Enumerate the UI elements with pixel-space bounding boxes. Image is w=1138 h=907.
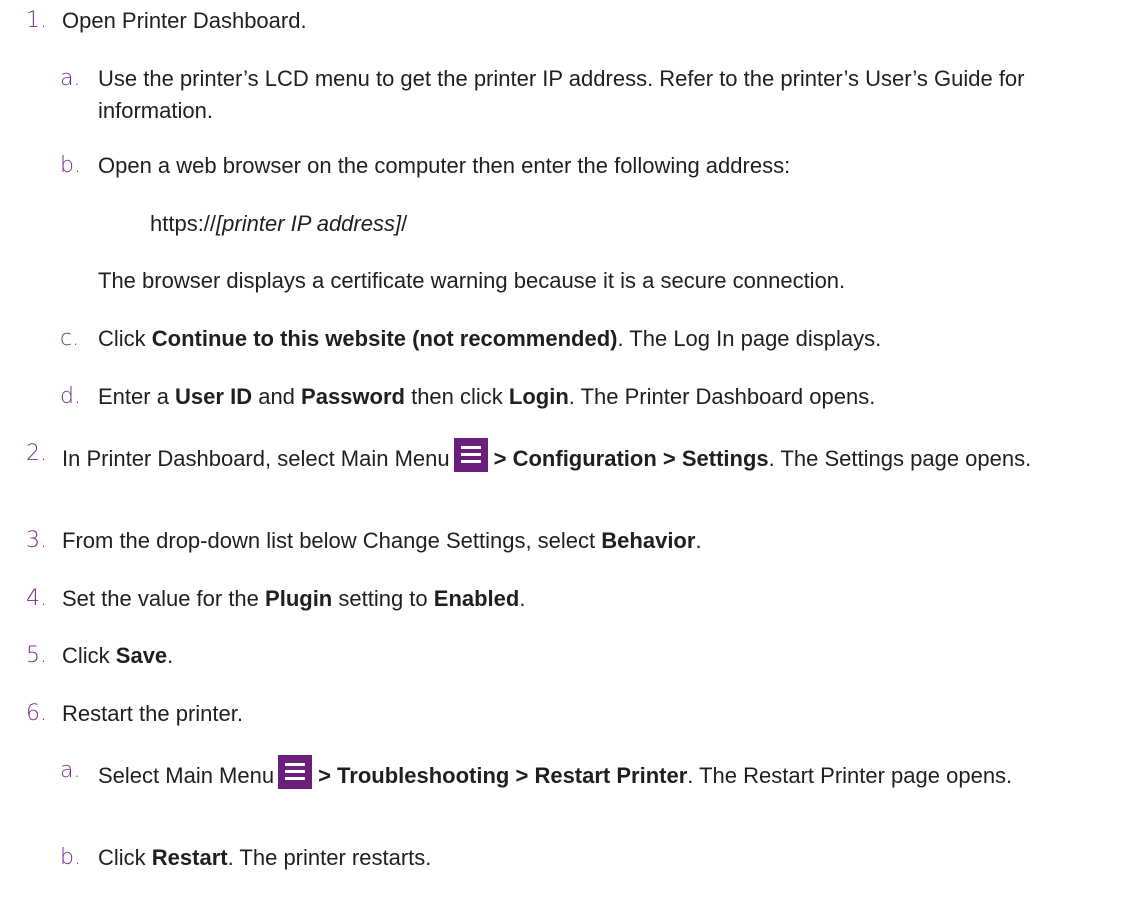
step-text: From the drop-down list below Change Set…: [62, 528, 702, 553]
menu-icon: [278, 755, 313, 789]
substep-letter: c.: [60, 326, 80, 351]
step-number: 2.: [26, 441, 47, 466]
address-text: https://[printer IP address]/: [150, 211, 408, 236]
step-number: 5.: [26, 643, 47, 668]
step-number: 3.: [26, 528, 47, 553]
step-number: 4.: [26, 586, 47, 611]
step-text: Set the value for the Plugin setting to …: [62, 586, 526, 611]
step-text: Open a web browser on the computer then …: [98, 153, 791, 178]
substep-letter: b.: [60, 153, 81, 178]
menu-icon: [453, 438, 488, 472]
step-text: Use the printer’s LCD menu to get the pr…: [98, 66, 1025, 123]
step-text: Click Save.: [62, 643, 174, 668]
step-text: Restart the printer.: [62, 701, 243, 726]
step-number: 6.: [26, 701, 47, 726]
note-text: The browser displays a certificate warni…: [98, 268, 846, 293]
step-text: Click Continue to this website (not reco…: [98, 326, 882, 351]
step-number: 1.: [26, 8, 47, 33]
substep-letter: d.: [60, 384, 81, 409]
step-text: Open Printer Dashboard.: [62, 8, 307, 33]
step-text: Select Main Menu > Troubleshooting > Rest…: [98, 755, 1118, 792]
substep-letter: b.: [60, 845, 81, 870]
step-text: Click Restart. The printer restarts.: [98, 845, 432, 870]
step-text: Enter a User ID and Password then click …: [98, 384, 876, 409]
step-text: In Printer Dashboard, select Main Menu > …: [62, 438, 1118, 475]
substep-letter: a.: [60, 758, 81, 783]
substep-letter: a.: [60, 66, 81, 91]
